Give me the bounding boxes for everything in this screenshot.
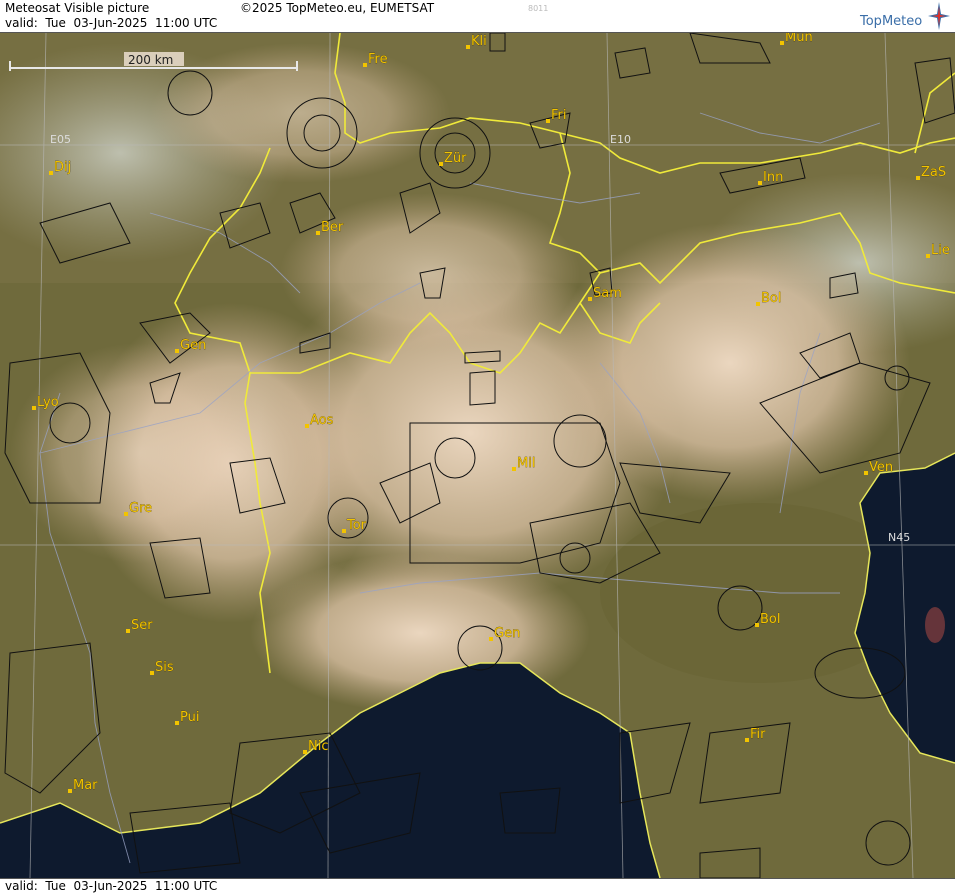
city-label: Pui <box>180 710 199 725</box>
image-code: 8011 <box>528 4 549 13</box>
valid-time-bottom: valid: Tue 03-Jun-2025 11:00 UTC <box>5 879 218 893</box>
city-marker-icon <box>780 41 784 45</box>
city-ser: Ser <box>126 618 153 633</box>
city-label: Sis <box>155 660 174 675</box>
cloud-swiss <box>280 193 580 353</box>
topmeteo-logo: TopMeteo <box>860 14 923 29</box>
city-marker-icon <box>124 512 128 516</box>
cloud-massif-central <box>10 343 270 563</box>
image-title: Meteosat Visible picture <box>5 1 150 15</box>
cloud-north <box>150 43 450 183</box>
city-label: Sam <box>593 286 622 301</box>
valid-time-top: valid: Tue 03-Jun-2025 11:00 UTC <box>5 16 218 30</box>
city-label: Mil <box>517 456 535 471</box>
city-label: Kli <box>471 34 487 49</box>
city-marker-icon <box>916 176 920 180</box>
city-marker-icon <box>439 162 443 166</box>
city-label: Aos <box>310 413 334 428</box>
city-mun: Mun <box>780 33 813 45</box>
city-marker-icon <box>512 467 516 471</box>
city-label: Gen <box>180 338 206 353</box>
city-label: Lie <box>931 243 950 258</box>
city-zur: Zür <box>439 151 467 166</box>
city-marker-icon <box>303 750 307 754</box>
city-aos: Aos <box>305 413 334 428</box>
city-label: Gre <box>129 501 152 516</box>
city-label: Ser <box>131 618 153 633</box>
city-marker-icon <box>926 254 930 258</box>
city-label: Nic <box>308 739 328 754</box>
city-gen-s: Gen <box>489 626 521 641</box>
city-label: Inn <box>763 170 783 185</box>
grid-label-e10: E10 <box>610 133 631 146</box>
city-label: ZaS <box>921 165 946 180</box>
city-label: Dij <box>54 160 71 175</box>
city-marker-icon <box>758 181 762 185</box>
city-marker-icon <box>175 721 179 725</box>
city-label: Ven <box>869 460 893 475</box>
city-marker-icon <box>588 297 592 301</box>
grid-label-e05: E05 <box>50 133 71 146</box>
city-label: Zür <box>444 151 467 166</box>
satellite-viewer: Meteosat Visible picture valid: Tue 03-J… <box>0 0 955 894</box>
city-ber: Ber <box>316 220 344 235</box>
city-label: Mar <box>73 778 98 793</box>
city-marker-icon <box>150 671 154 675</box>
city-zas: ZaS <box>916 165 946 180</box>
city-gre: Gre <box>124 501 152 516</box>
city-marker-icon <box>745 738 749 742</box>
city-marker-icon <box>756 302 760 306</box>
city-label: Bol <box>760 612 780 627</box>
corsica-north <box>925 607 945 643</box>
city-marker-icon <box>755 623 759 627</box>
city-marker-icon <box>864 471 868 475</box>
grid-label-n45: N45 <box>888 531 910 544</box>
city-sam: Sam <box>588 286 622 301</box>
city-marker-icon <box>489 637 493 641</box>
city-marker-icon <box>68 789 72 793</box>
satellite-map: E05 E10 N45 200 km Kli MunFreFriDijZürIn… <box>0 33 955 878</box>
city-marker-icon <box>175 349 179 353</box>
city-marker-icon <box>49 171 53 175</box>
city-label: Ber <box>321 220 344 235</box>
city-marker-icon <box>32 406 36 410</box>
city-marker-icon <box>126 629 130 633</box>
city-label: Lyo <box>37 395 59 410</box>
compass-star-icon <box>928 2 950 30</box>
cloud-alps-east <box>550 223 910 503</box>
header-bar: Meteosat Visible picture valid: Tue 03-J… <box>0 0 955 33</box>
city-marker-icon <box>316 231 320 235</box>
city-marker-icon <box>546 119 550 123</box>
scale-bar-label: 200 km <box>128 53 173 67</box>
city-label: Tor <box>346 518 367 533</box>
city-marker-icon <box>466 45 470 49</box>
city-gen-n: Gen <box>175 338 207 353</box>
copyright-text: ©2025 TopMeteo.eu, EUMETSAT <box>240 1 435 15</box>
city-label: Fri <box>551 108 567 123</box>
city-label: Gen <box>494 626 520 641</box>
city-marker-icon <box>305 424 309 428</box>
city-label: Mun <box>785 33 813 45</box>
city-label: Fre <box>368 52 388 67</box>
city-marker-icon <box>363 63 367 67</box>
city-label: Fir <box>750 727 766 742</box>
city-mar: Mar <box>68 778 98 793</box>
city-ven: Ven <box>864 460 893 475</box>
footer-bar: valid: Tue 03-Jun-2025 11:00 UTC <box>0 878 955 894</box>
city-label: Bol <box>761 291 781 306</box>
city-marker-icon <box>342 529 346 533</box>
